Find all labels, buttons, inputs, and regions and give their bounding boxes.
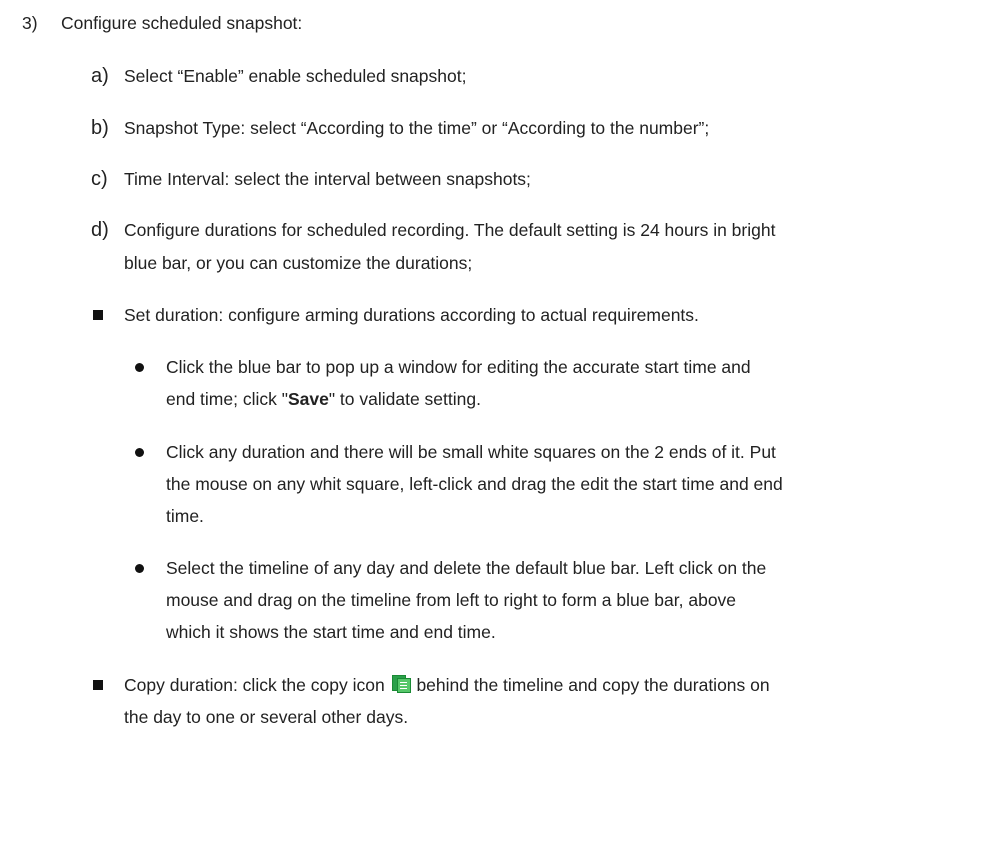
step-heading: Configure scheduled snapshot: xyxy=(61,13,303,33)
bullet3-line1: Select the timeline of any day and delet… xyxy=(166,558,767,578)
substep-marker-a: a) xyxy=(91,65,109,87)
save-keyword: Save xyxy=(287,389,329,409)
bullet1-line2: end time; click "Save" to validate setti… xyxy=(166,389,481,409)
bullet1-line2-before: end time; click " xyxy=(166,389,288,409)
set-duration-text: Set duration: configure arming durations… xyxy=(124,305,699,325)
copy-icon xyxy=(391,675,411,693)
bullet2-line1: Click any duration and there will be sma… xyxy=(166,442,776,462)
round-bullet xyxy=(135,363,144,372)
bullet3-line3: which it shows the start time and end ti… xyxy=(166,622,496,642)
copy-duration-line2: the day to one or several other days. xyxy=(124,707,409,727)
bullet2-line2: the mouse on any whit square, left-click… xyxy=(166,474,783,494)
substep-marker-c: c) xyxy=(91,168,108,190)
substep-text-d-line1: Configure durations for scheduled record… xyxy=(124,220,776,240)
round-bullet xyxy=(135,564,144,573)
round-bullet xyxy=(135,448,144,457)
substep-text-c: Time Interval: select the interval betwe… xyxy=(124,169,531,189)
bullet2-line3: time. xyxy=(166,506,204,526)
copy-duration-before: Copy duration: click the copy icon xyxy=(124,675,385,695)
substep-text-d-line2: blue bar, or you can customize the durat… xyxy=(124,253,473,273)
bullet1-line1: Click the blue bar to pop up a window fo… xyxy=(166,357,751,377)
substep-text-b: Snapshot Type: select “According to the … xyxy=(124,118,710,138)
square-bullet xyxy=(93,680,103,690)
substep-marker-b: b) xyxy=(91,117,109,139)
copy-duration-after: behind the timeline and copy the duratio… xyxy=(416,675,770,695)
copy-duration-line1: Copy duration: click the copy icon behin… xyxy=(124,675,770,695)
square-bullet xyxy=(93,310,103,320)
substep-marker-d: d) xyxy=(91,219,109,241)
substep-text-a: Select “Enable” enable scheduled snapsho… xyxy=(124,66,467,86)
step-number: 3) xyxy=(22,13,38,33)
bullet1-line2-after: " to validate setting. xyxy=(328,389,481,409)
bullet3-line2: mouse and drag on the timeline from left… xyxy=(166,590,737,610)
